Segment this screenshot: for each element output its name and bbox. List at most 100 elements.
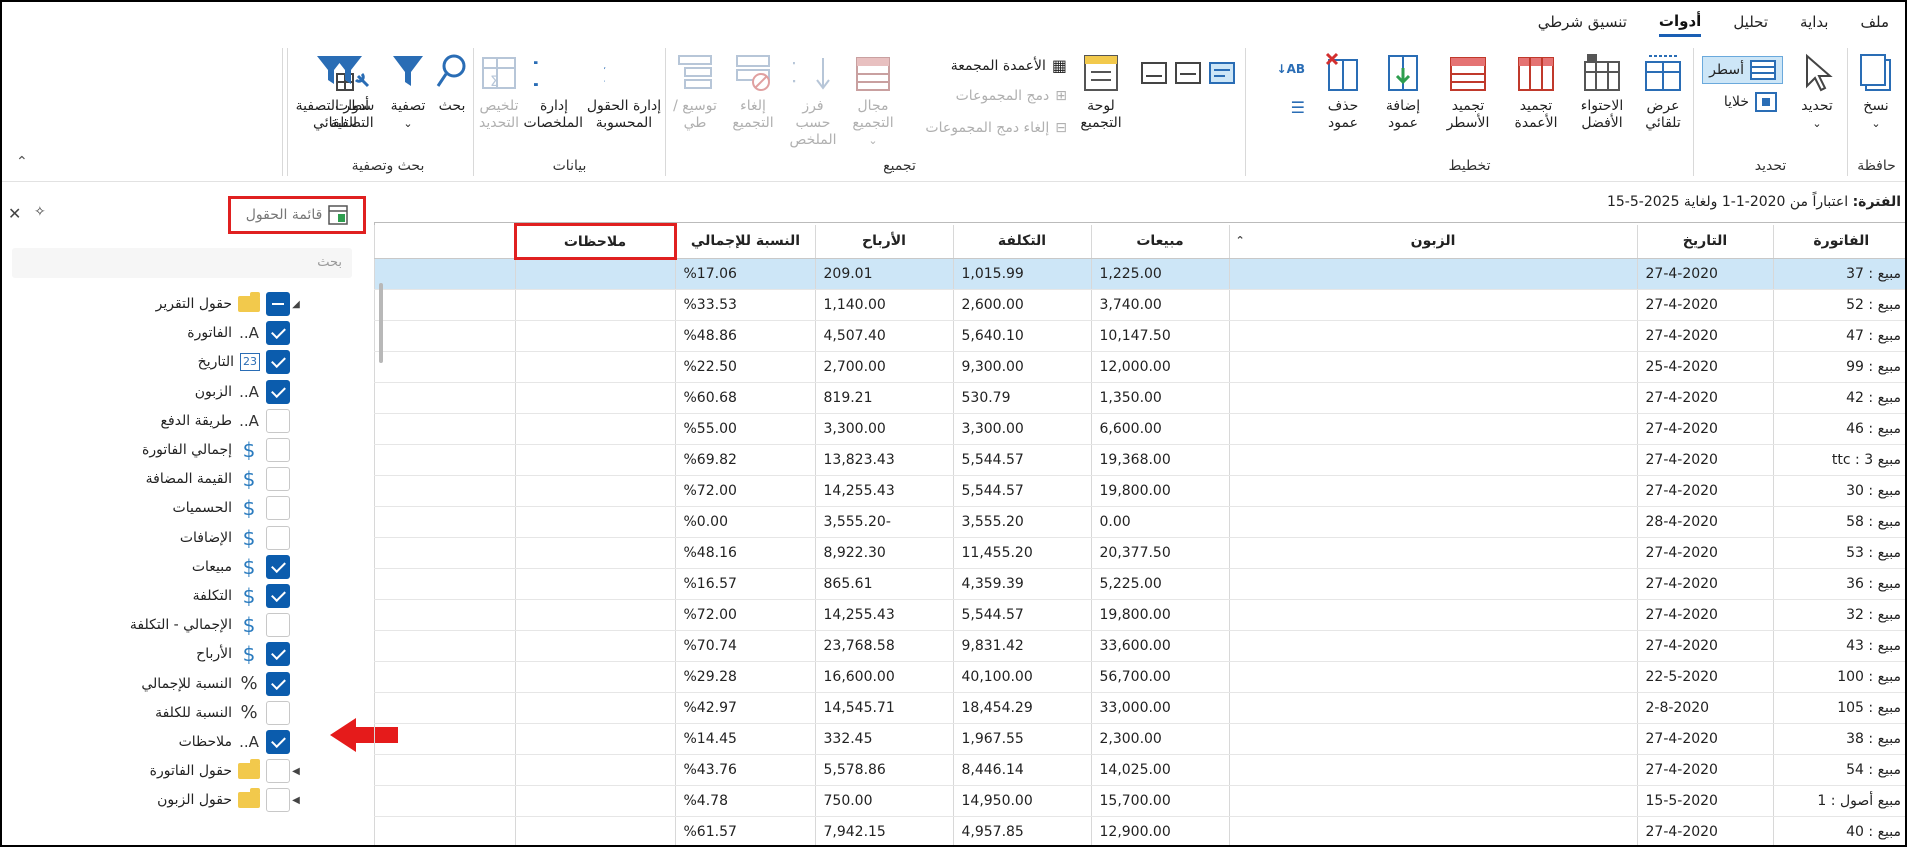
table-cell[interactable] — [1228, 289, 1637, 321]
table-cell[interactable]: %42.97 — [674, 692, 815, 724]
field-item[interactable]: A.. الفاتورة — [2, 319, 368, 347]
column-header[interactable]: ملاحظات — [513, 223, 677, 260]
merge-groups-button[interactable]: ⊞ دمج المجموعات — [956, 88, 1067, 104]
table-cell[interactable]: مبيع : 38 — [1772, 723, 1905, 755]
table-cell[interactable]: مبيع : 47 — [1772, 320, 1905, 352]
table-cell[interactable]: 8,446.14 — [952, 754, 1091, 786]
table-cell[interactable]: مبيع : 58 — [1772, 506, 1905, 538]
table-cell[interactable]: 27-4-2020 — [1636, 537, 1773, 569]
field-item[interactable]: 23 التاريخ — [2, 348, 368, 376]
table-cell[interactable] — [514, 475, 675, 507]
table-cell[interactable]: مبيع : 54 — [1772, 754, 1905, 786]
table-cell[interactable]: %69.82 — [674, 444, 815, 476]
table-row[interactable]: مبيع : 52 27-4-2020 3,740.00 2,600.00 1,140.… — [373, 289, 1905, 321]
table-cell[interactable]: مبيع : 100 — [1772, 661, 1905, 693]
table-cell[interactable]: 1,225.00 — [1090, 258, 1229, 290]
table-cell[interactable]: مبيع : 30 — [1772, 475, 1905, 507]
ungroup-button[interactable]: إلغاء التجميع — [725, 52, 781, 132]
table-cell[interactable]: 33,600.00 — [1090, 630, 1229, 662]
table-row[interactable]: مبيع : 37 27-4-2020 1,225.00 1,015.99 209.01… — [373, 258, 1905, 290]
table-cell[interactable]: %17.06 — [674, 258, 815, 290]
column-header[interactable]: التاريخ — [1636, 224, 1773, 259]
table-cell[interactable]: 3,300.00 — [814, 413, 953, 445]
table-cell[interactable]: 5,544.57 — [952, 599, 1091, 631]
field-item[interactable]: ◀ حقول الزبون — [2, 786, 368, 814]
table-cell[interactable]: 2,600.00 — [952, 289, 1091, 321]
table-cell[interactable]: %0.00 — [674, 506, 815, 538]
tab-conditional-format[interactable]: تنسيق شرطي — [1538, 9, 1627, 35]
table-cell[interactable]: 4,359.39 — [952, 568, 1091, 600]
table-cell[interactable] — [1228, 692, 1637, 724]
table-cell[interactable]: 27-4-2020 — [1636, 630, 1773, 662]
table-cell[interactable]: مبيع : 43 — [1772, 630, 1905, 662]
table-cell[interactable]: 1,140.00 — [814, 289, 953, 321]
close-icon[interactable]: ✕ — [8, 204, 21, 223]
table-row[interactable]: مبيع : 58 28-4-2020 0.00 3,555.20 -3,555.20%… — [373, 506, 1905, 538]
table-cell[interactable]: مبيع : 46 — [1772, 413, 1905, 445]
table-cell[interactable]: 11,455.20 — [952, 537, 1091, 569]
field-checkbox[interactable] — [266, 642, 290, 667]
table-cell[interactable]: %14.45 — [674, 723, 815, 755]
field-checkbox[interactable] — [266, 408, 290, 433]
expand-toggle-icon[interactable]: ◀ — [290, 795, 302, 806]
freeze-columns-button[interactable]: تجميد الأعمدة — [1505, 52, 1567, 132]
field-item[interactable]: ◀ حقول الفاتورة — [2, 757, 368, 785]
table-cell[interactable]: مبيع : 32 — [1772, 599, 1905, 631]
select-rows-button[interactable]: أسطر — [1702, 56, 1783, 84]
table-cell[interactable] — [1228, 816, 1637, 845]
summarize-selection-button[interactable]: Σ تلخيص التحديد — [475, 52, 523, 132]
column-header[interactable]: النسبة للإجمالي — [674, 224, 815, 259]
calculated-fields-button[interactable]: fx إدارة الحقول المحسوبة — [585, 52, 663, 132]
table-cell[interactable]: 14,025.00 — [1090, 754, 1229, 786]
table-cell[interactable]: 27-4-2020 — [1636, 444, 1773, 476]
select-button[interactable]: تحديد ⌄ — [1793, 52, 1841, 132]
table-cell[interactable]: %4.78 — [674, 785, 815, 817]
table-cell[interactable]: 19,800.00 — [1090, 475, 1229, 507]
table-row[interactable]: مبيع : 42 27-4-2020 1,350.00 530.79 819.21 %6… — [373, 382, 1905, 414]
table-cell[interactable]: 1,015.99 — [952, 258, 1091, 290]
table-cell[interactable]: 14,545.71 — [814, 692, 953, 724]
table-cell[interactable]: 9,831.42 — [952, 630, 1091, 662]
pin-icon[interactable]: ✧ — [34, 204, 46, 220]
table-cell[interactable]: 4,957.85 — [952, 816, 1091, 845]
column-header[interactable]: الزبون ⌃ — [1228, 224, 1637, 259]
table-cell[interactable]: مبيع : 105 — [1772, 692, 1905, 724]
field-checkbox[interactable] — [266, 554, 290, 579]
table-cell[interactable]: %61.57 — [674, 816, 815, 845]
table-cell[interactable] — [1228, 754, 1637, 786]
table-cell[interactable] — [1228, 444, 1637, 476]
table-cell[interactable]: 27-4-2020 — [1636, 320, 1773, 352]
table-cell[interactable]: مبيع : 40 — [1772, 816, 1905, 845]
table-cell[interactable]: %55.00 — [674, 413, 815, 445]
table-cell[interactable]: مبيع : 42 — [1772, 382, 1905, 414]
table-cell[interactable]: 10,147.50 — [1090, 320, 1229, 352]
table-cell[interactable] — [514, 568, 675, 600]
table-cell[interactable]: 5,225.00 — [1090, 568, 1229, 600]
field-checkbox[interactable] — [266, 438, 290, 462]
table-cell[interactable]: %72.00 — [674, 475, 815, 507]
view-detail-button[interactable] — [1209, 62, 1235, 84]
field-item[interactable]: A.. طريقة الدفع — [2, 407, 368, 435]
field-checkbox[interactable] — [266, 292, 290, 316]
table-cell[interactable]: 27-4-2020 — [1636, 816, 1773, 845]
table-cell[interactable]: 865.61 — [814, 568, 953, 600]
table-cell[interactable]: 27-4-2020 — [1636, 413, 1773, 445]
table-cell[interactable]: %72.00 — [674, 599, 815, 631]
table-row[interactable]: مبيع : 47 27-4-2020 10,147.50 5,640.10 4,507… — [373, 320, 1905, 352]
field-checkbox[interactable] — [266, 700, 290, 725]
column-header[interactable]: التكلفة — [952, 224, 1091, 259]
field-checkbox[interactable] — [266, 671, 290, 696]
field-item[interactable]: $ الأرباح — [2, 640, 368, 668]
view-list-button[interactable] — [1141, 62, 1167, 84]
table-cell[interactable]: 18,454.29 — [952, 692, 1091, 724]
table-cell[interactable] — [514, 599, 675, 631]
field-checkbox[interactable] — [266, 759, 290, 784]
table-cell[interactable] — [514, 723, 675, 755]
table-row[interactable]: مبيع : 40 27-4-2020 12,900.00 4,957.85 7,942… — [373, 816, 1905, 845]
table-cell[interactable]: مبيع : 52 — [1772, 289, 1905, 321]
table-row[interactable]: مبيع : 99 25-4-2020 12,000.00 9,300.00 2,700… — [373, 351, 1905, 383]
table-cell[interactable]: 27-4-2020 — [1636, 723, 1773, 755]
tab-home[interactable]: بداية — [1800, 9, 1828, 35]
table-cell[interactable]: 33,000.00 — [1090, 692, 1229, 724]
table-cell[interactable]: 27-4-2020 — [1636, 599, 1773, 631]
